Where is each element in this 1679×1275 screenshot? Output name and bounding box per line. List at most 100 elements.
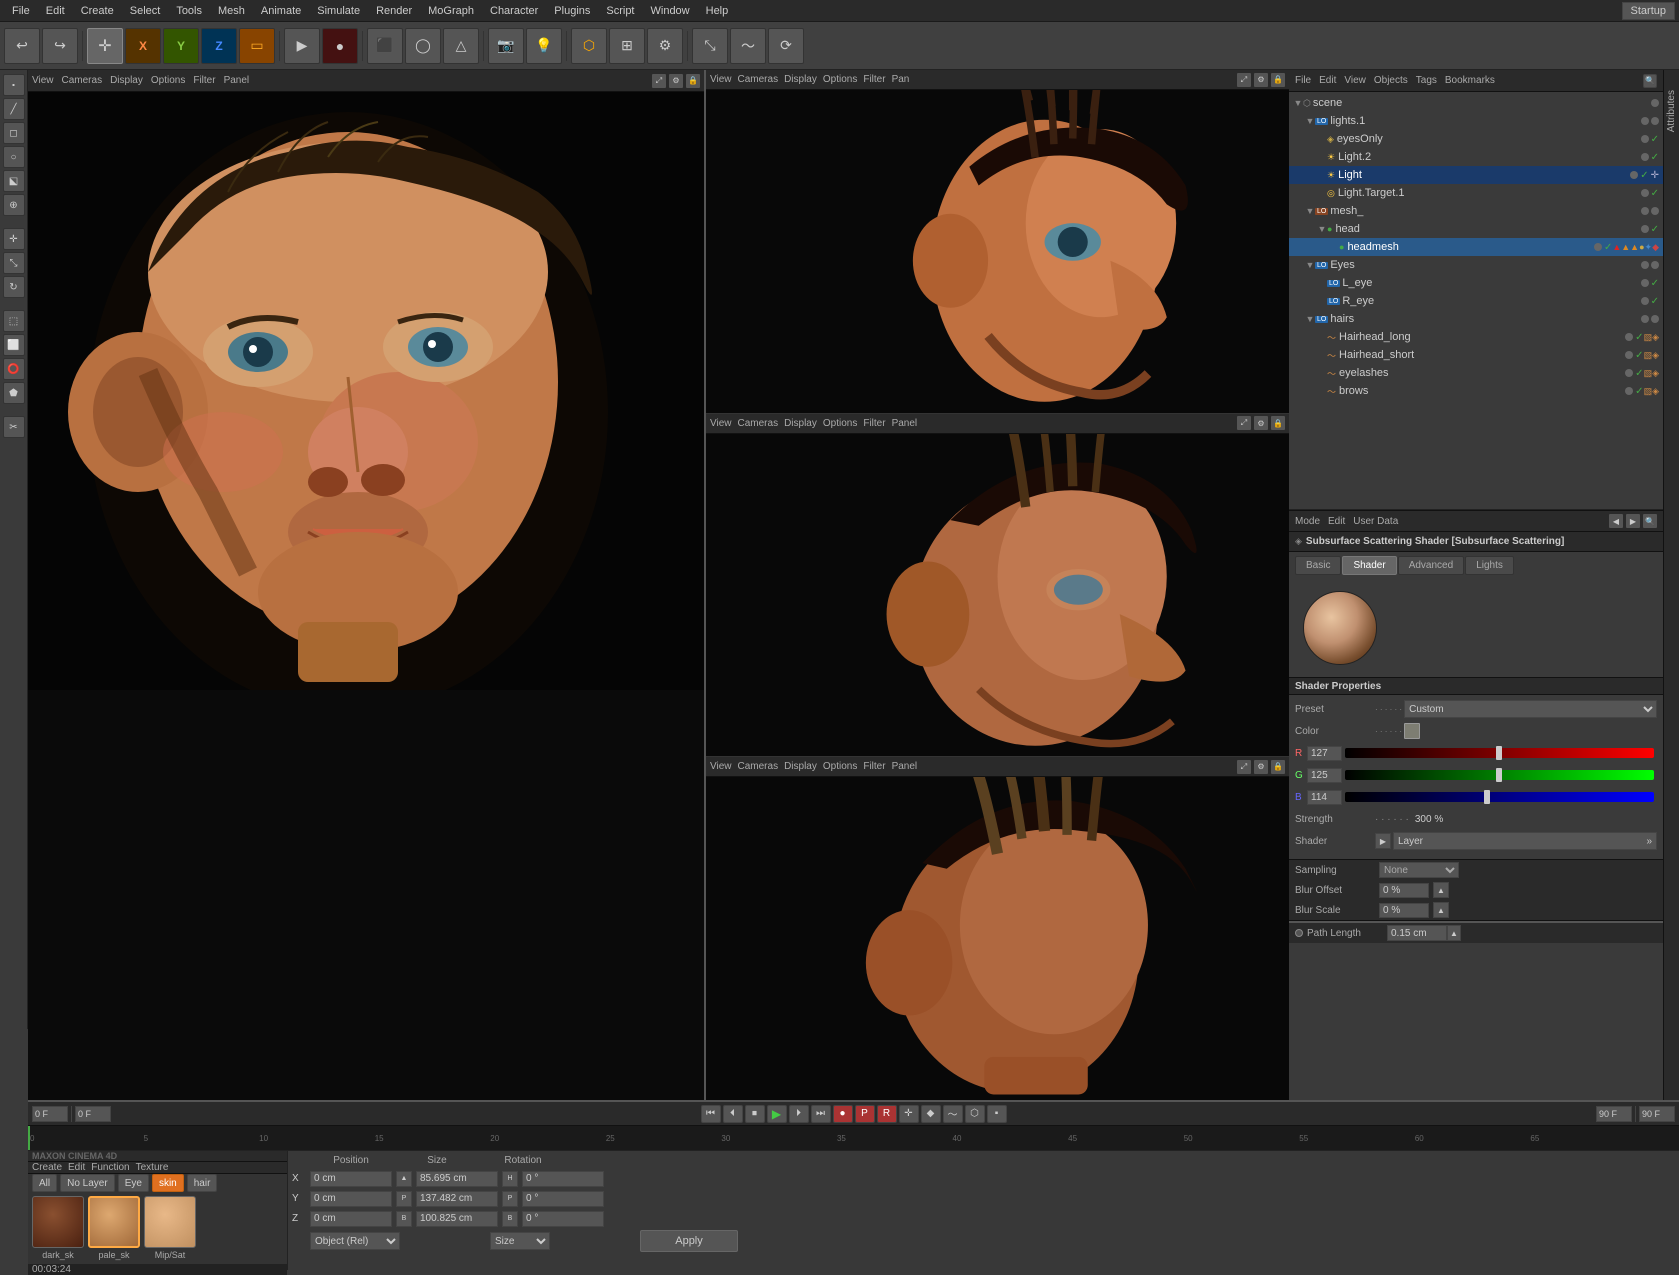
edges-tool[interactable]: ╱: [3, 98, 25, 120]
vp2-lock-icon[interactable]: 🔒: [1271, 73, 1285, 87]
redo-button[interactable]: ↪: [42, 28, 78, 64]
vp2-maximize-icon[interactable]: ⤢: [1237, 73, 1251, 87]
hairlong-mat[interactable]: ▧: [1644, 332, 1653, 343]
edit-menu[interactable]: Edit: [1328, 516, 1345, 527]
select-button[interactable]: ▭: [239, 28, 275, 64]
vp4-view[interactable]: View: [710, 761, 732, 772]
filter-eye-btn[interactable]: Eye: [118, 1174, 149, 1192]
select-circle-tool[interactable]: ⭕: [3, 358, 25, 380]
shader-tab-basic[interactable]: Basic: [1295, 556, 1341, 575]
path-length-toggle[interactable]: [1295, 929, 1303, 937]
vp2-options[interactable]: Options: [823, 74, 857, 85]
light-button[interactable]: 💡: [526, 28, 562, 64]
brows-mat2[interactable]: ◈: [1652, 386, 1659, 397]
vp-options-menu[interactable]: Options: [151, 75, 185, 86]
scale-tool[interactable]: ⤡: [3, 252, 25, 274]
obj-scene[interactable]: ▼ ⬡ scene: [1289, 94, 1663, 112]
eyelashes-mat2[interactable]: ◈: [1652, 368, 1659, 379]
blur-offset-up[interactable]: ▲: [1433, 882, 1449, 898]
obj-mesh[interactable]: ▼ LO mesh_: [1289, 202, 1663, 220]
vp-view-menu[interactable]: View: [32, 75, 54, 86]
render-region-button[interactable]: ⊞: [609, 28, 645, 64]
mat-create-menu[interactable]: Create: [32, 1162, 62, 1173]
obj-eyelashes[interactable]: ▶ 〜 eyelashes ✓ ▧ ◈: [1289, 364, 1663, 382]
obj-bookmarks-menu[interactable]: Bookmarks: [1445, 75, 1495, 86]
headmesh-mat-tri1[interactable]: ▲: [1612, 242, 1621, 252]
pale-sk-swatch[interactable]: [88, 1196, 140, 1248]
render-button[interactable]: ⬡: [571, 28, 607, 64]
menu-plugins[interactable]: Plugins: [546, 3, 598, 19]
select-poly-tool[interactable]: ⬟: [3, 382, 25, 404]
hairlong-mat2[interactable]: ◈: [1652, 332, 1659, 343]
shader-search[interactable]: 🔍: [1643, 514, 1657, 528]
obj-objects-menu[interactable]: Objects: [1374, 75, 1408, 86]
vp2-settings-icon[interactable]: ⚙: [1254, 73, 1268, 87]
vp2-display[interactable]: Display: [784, 74, 817, 85]
mipsat-swatch[interactable]: [144, 1196, 196, 1248]
vp3-panel[interactable]: Panel: [892, 418, 918, 429]
obj-light[interactable]: ▶ ☀ Light ✓ ✛: [1289, 166, 1663, 184]
top-right-vp-content[interactable]: [706, 90, 1289, 413]
userdata-menu[interactable]: User Data: [1353, 516, 1398, 527]
select-live-tool[interactable]: ⬚: [3, 310, 25, 332]
filter-skin-btn[interactable]: skin: [152, 1174, 184, 1192]
obj-hairs[interactable]: ▼ LO hairs: [1289, 310, 1663, 328]
x-size-stepper[interactable]: H: [502, 1171, 518, 1187]
camera-button[interactable]: 📷: [488, 28, 524, 64]
deform-button[interactable]: ⤡: [692, 28, 728, 64]
menu-tools[interactable]: Tools: [168, 3, 210, 19]
y-pos-stepper[interactable]: P: [396, 1191, 412, 1207]
menu-character[interactable]: Character: [482, 3, 546, 19]
move-tool-button[interactable]: ✛: [87, 28, 123, 64]
obj-light2[interactable]: ▶ ☀ Light.2 ✓: [1289, 148, 1663, 166]
tl-motion-btn[interactable]: 〜: [943, 1105, 963, 1123]
menu-help[interactable]: Help: [698, 3, 737, 19]
g-slider[interactable]: [1345, 770, 1654, 780]
vp3-cameras[interactable]: Cameras: [738, 418, 779, 429]
circle-button[interactable]: ◯: [405, 28, 441, 64]
vp3-settings-icon[interactable]: ⚙: [1254, 416, 1268, 430]
shader-tab-shader[interactable]: Shader: [1342, 556, 1396, 575]
filter-hair-btn[interactable]: hair: [187, 1174, 218, 1192]
z-size-input[interactable]: [416, 1211, 498, 1227]
select-rect-tool[interactable]: ⬜: [3, 334, 25, 356]
filter-nolayer-btn[interactable]: No Layer: [60, 1174, 115, 1192]
shader-tab-advanced[interactable]: Advanced: [1398, 556, 1464, 575]
x-rot-input[interactable]: [522, 1171, 604, 1187]
rotate-tool[interactable]: ↻: [3, 276, 25, 298]
triangle-button[interactable]: △: [443, 28, 479, 64]
vp4-panel[interactable]: Panel: [892, 761, 918, 772]
mid-right-vp-content[interactable]: [706, 434, 1289, 757]
mat-swatch-3[interactable]: Mip/Sat: [144, 1196, 196, 1260]
dark-sk-swatch[interactable]: [32, 1196, 84, 1248]
headmesh-mat-tri3[interactable]: ▲: [1630, 242, 1639, 252]
preset-dropdown[interactable]: Custom: [1404, 700, 1657, 718]
rec-rot-btn[interactable]: R: [877, 1105, 897, 1123]
y-size-stepper[interactable]: P: [502, 1191, 518, 1207]
vp4-display[interactable]: Display: [784, 761, 817, 772]
path-length-input[interactable]: [1387, 925, 1447, 941]
b-slider[interactable]: [1345, 792, 1654, 802]
menu-mograph[interactable]: MoGraph: [420, 3, 482, 19]
generator-button[interactable]: ⟳: [768, 28, 804, 64]
blur-scale-input[interactable]: [1379, 903, 1429, 918]
frame-input2[interactable]: [75, 1106, 111, 1122]
rotate-x-button[interactable]: X: [125, 28, 161, 64]
vp4-settings-icon[interactable]: ⚙: [1254, 760, 1268, 774]
obj-lights1[interactable]: ▼ LO lights.1: [1289, 112, 1663, 130]
eyelashes-mat[interactable]: ▧: [1644, 368, 1653, 379]
shader-nav-right[interactable]: ▶: [1626, 514, 1640, 528]
b-input[interactable]: [1307, 790, 1342, 805]
apply-button[interactable]: Apply: [640, 1230, 738, 1252]
menu-render[interactable]: Render: [368, 3, 420, 19]
tl-motion2-btn[interactable]: ⬡: [965, 1105, 985, 1123]
vp4-filter[interactable]: Filter: [863, 761, 885, 772]
main-viewport-content[interactable]: [28, 92, 704, 1100]
object-tool[interactable]: ○: [3, 146, 25, 168]
menu-mesh[interactable]: Mesh: [210, 3, 253, 19]
texture-tool[interactable]: ⬕: [3, 170, 25, 192]
record-button[interactable]: ●: [322, 28, 358, 64]
tl-add-btn[interactable]: ✛: [899, 1105, 919, 1123]
vp4-maximize-icon[interactable]: ⤢: [1237, 760, 1251, 774]
y-pos-input[interactable]: [310, 1191, 392, 1207]
